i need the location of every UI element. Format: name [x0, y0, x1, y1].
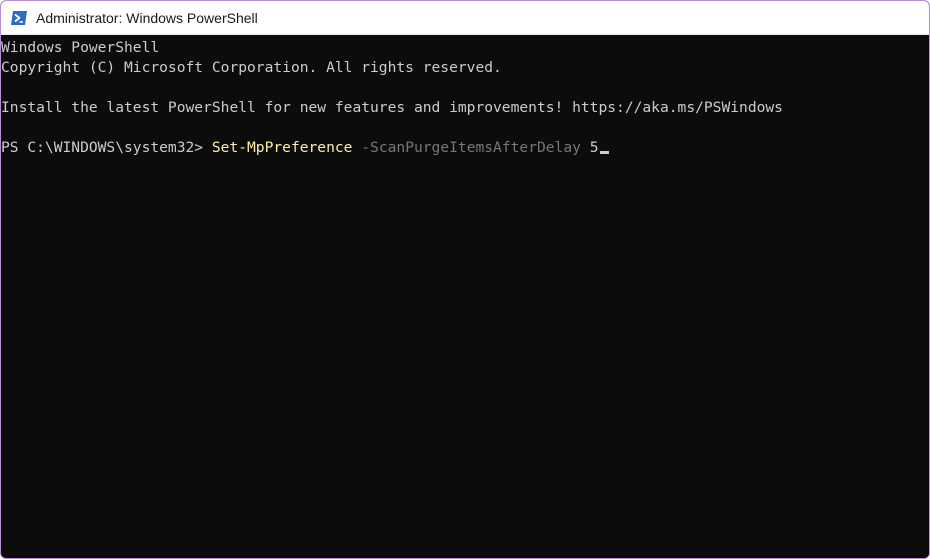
command-line[interactable]: PS C:\WINDOWS\system32> Set-MpPreference…	[1, 138, 929, 158]
parameter-text: -ScanPurgeItemsAfterDelay	[361, 139, 581, 156]
console-area[interactable]: Windows PowerShell Copyright (C) Microso…	[1, 36, 929, 558]
text-cursor	[599, 151, 609, 154]
console-line: Copyright (C) Microsoft Corporation. All…	[1, 59, 502, 76]
title-bar[interactable]: Administrator: Windows PowerShell	[1, 1, 929, 35]
powershell-window: Administrator: Windows PowerShell Window…	[0, 0, 930, 559]
console-line: Windows PowerShell	[1, 39, 160, 56]
window-title: Administrator: Windows PowerShell	[36, 9, 258, 26]
value-text: 5	[589, 139, 599, 156]
powershell-icon	[10, 9, 28, 27]
prompt-text: PS C:\WINDOWS\system32>	[1, 139, 212, 156]
console-line: Install the latest PowerShell for new fe…	[1, 99, 783, 116]
cmdlet-text: Set-MpPreference	[211, 139, 353, 156]
